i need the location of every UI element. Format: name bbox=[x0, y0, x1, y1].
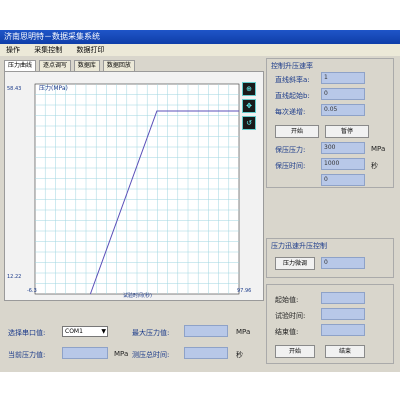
test-start-label: 起始值: bbox=[275, 296, 299, 304]
test-start-field bbox=[321, 292, 365, 304]
max-pressure-field bbox=[184, 325, 228, 337]
menu-item-operate[interactable]: 操作 bbox=[6, 46, 20, 54]
total-time-label: 测压总时间: bbox=[132, 351, 170, 359]
max-pressure-unit: MPa bbox=[236, 328, 251, 336]
test-end-button[interactable]: 结束 bbox=[325, 345, 365, 358]
test-end-field bbox=[321, 324, 365, 336]
hold-time-input[interactable]: 1000 bbox=[321, 158, 365, 170]
tab-strip: 压力曲线 逐点调写 数据库 数据回放 bbox=[4, 60, 136, 71]
y-min-label: 12.22 bbox=[7, 274, 21, 280]
slope-label: 直线斜率a: bbox=[275, 76, 310, 84]
x-min-label: -6.3 bbox=[27, 288, 37, 294]
app-window: 济南思明特－数据采集系统 操作 采集控制 数据打印 压力曲线 逐点调写 数据库 … bbox=[0, 30, 400, 372]
pan-icon[interactable]: ✥ bbox=[242, 99, 256, 113]
slope-input[interactable]: 1 bbox=[321, 72, 365, 84]
tab-pressure-curve[interactable]: 压力曲线 bbox=[4, 60, 37, 71]
increment-input[interactable]: 0.05 bbox=[321, 104, 365, 116]
hold-pressure-input[interactable]: 300 bbox=[321, 142, 365, 154]
max-pressure-label: 最大压力值: bbox=[132, 329, 170, 337]
test-end-label: 结束值: bbox=[275, 328, 299, 336]
rate-pause-button[interactable]: 暂停 bbox=[325, 125, 369, 138]
current-pressure-label: 当前压力值: bbox=[8, 351, 46, 359]
pressure-chart: 压力(MPa) 58.43 12.22 -6.3 97.96 试验时间(秒) bbox=[5, 72, 263, 300]
test-duration-label: 试验时间: bbox=[275, 312, 306, 320]
chart-side-tools: ⊕ ✥ ↺ bbox=[242, 82, 256, 133]
port-label: 选择串口值: bbox=[8, 329, 46, 337]
start-label: 直线起始b: bbox=[275, 92, 310, 100]
window-title: 济南思明特－数据采集系统 bbox=[0, 30, 400, 44]
rate-section-title: 控制升压速率 bbox=[271, 62, 313, 70]
port-select[interactable]: COM1 ▼ bbox=[62, 326, 108, 337]
chevron-down-icon: ▼ bbox=[101, 328, 106, 335]
rate-control-group: 控制升压速率 直线斜率a: 1 直线起始b: 0 每次递增: 0.05 开始 暂… bbox=[266, 58, 394, 188]
bottom-status: 选择串口值: COM1 ▼ 最大压力值: MPa 当前压力值: MPa 测压总时… bbox=[4, 320, 262, 372]
test-group: 起始值: 试验时间: 结束值: 开始 结束 bbox=[266, 284, 394, 364]
fast-section-title: 压力迅速升压控制 bbox=[271, 242, 327, 250]
hold-time-unit: 秒 bbox=[371, 162, 378, 170]
port-value: COM1 bbox=[65, 328, 83, 335]
y-max-label: 58.43 bbox=[7, 86, 21, 92]
reset-icon[interactable]: ↺ bbox=[242, 116, 256, 130]
fast-control-group: 压力迅速升压控制 压力微调 0 bbox=[266, 238, 394, 278]
start-input[interactable]: 0 bbox=[321, 88, 365, 100]
chart-y-title: 压力(MPa) bbox=[39, 84, 68, 92]
total-time-field bbox=[184, 347, 228, 359]
rate-start-button[interactable]: 开始 bbox=[275, 125, 319, 138]
menu-item-print[interactable]: 数据打印 bbox=[76, 46, 104, 54]
tab-point-write[interactable]: 逐点调写 bbox=[38, 60, 71, 71]
menu-bar: 操作 采集控制 数据打印 bbox=[0, 44, 400, 56]
hold-pressure-label: 保压压力: bbox=[275, 146, 306, 154]
menu-item-acquisition[interactable]: 采集控制 bbox=[34, 46, 62, 54]
hold-pressure-unit: MPa bbox=[371, 145, 386, 153]
x-axis-title: 试验时间(秒) bbox=[123, 292, 152, 299]
control-panel: 控制升压速率 直线斜率a: 1 直线起始b: 0 每次递增: 0.05 开始 暂… bbox=[266, 58, 394, 372]
total-time-unit: 秒 bbox=[236, 351, 243, 359]
pressure-adjust-input[interactable]: 0 bbox=[321, 257, 365, 269]
increment-label: 每次递增: bbox=[275, 108, 306, 116]
chart-grid bbox=[35, 84, 239, 294]
tab-playback[interactable]: 数据回放 bbox=[102, 60, 135, 71]
current-pressure-unit: MPa bbox=[114, 350, 129, 358]
test-start-button[interactable]: 开始 bbox=[275, 345, 315, 358]
extra-input[interactable]: 0 bbox=[321, 174, 365, 186]
current-pressure-field bbox=[62, 347, 108, 359]
hold-time-label: 保压时间: bbox=[275, 162, 306, 170]
chart-panel: 压力(MPa) 58.43 12.22 -6.3 97.96 试验时间(秒) ⊕… bbox=[4, 71, 264, 301]
pressure-adjust-button[interactable]: 压力微调 bbox=[275, 257, 315, 270]
tab-database[interactable]: 数据库 bbox=[73, 60, 100, 71]
x-max-label: 97.96 bbox=[237, 288, 251, 294]
test-duration-field bbox=[321, 308, 365, 320]
zoom-icon[interactable]: ⊕ bbox=[242, 82, 256, 96]
